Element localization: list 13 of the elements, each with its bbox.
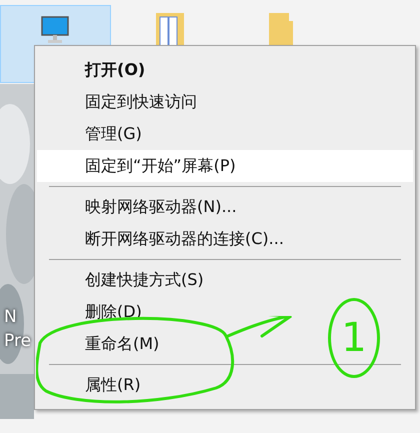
desktop-icon-label: N (4, 306, 18, 329)
menu-item[interactable]: 打开(O) (37, 54, 162, 86)
hand-drawn-arrow (226, 316, 292, 338)
menu-item[interactable]: 重命名(M) (37, 328, 176, 360)
menu-item[interactable]: 映射网络驱动器(N)... (37, 191, 253, 223)
menu-item[interactable]: 固定到“开始”屏幕(P) (37, 150, 413, 182)
circled-number: 1 (328, 298, 380, 378)
menu-item[interactable]: 管理(G) (37, 118, 158, 150)
desktop-icon-label: Pre (4, 330, 32, 353)
menu-item[interactable]: 断开网络驱动器的连接(C)... (37, 223, 300, 255)
menu-item[interactable]: 属性(R) (37, 369, 157, 401)
menu-item[interactable]: 创建快捷方式(S) (37, 264, 220, 296)
menu-item[interactable]: 固定到快速访问 (37, 86, 213, 118)
